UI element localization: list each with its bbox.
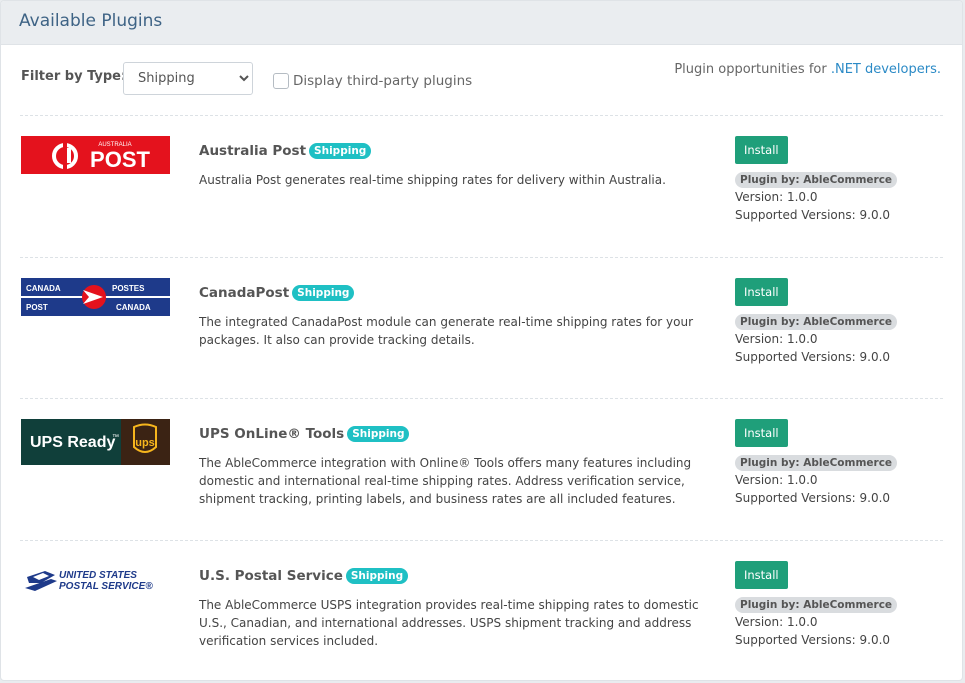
install-button[interactable]: Install <box>735 136 788 164</box>
plugin-actions: Install Plugin by: AbleCommerce Version:… <box>735 277 898 366</box>
ups-ready-logo: ups UPS Ready ™ <box>21 419 170 465</box>
author-badge: Plugin by: AbleCommerce <box>735 596 898 613</box>
plugin-row-ups: ups UPS Ready ™ UPS OnLine® Tools Shippin… <box>20 398 943 540</box>
canada-post-logo-br: CANADA <box>116 303 151 312</box>
opportunities-text: Plugin opportunities for <box>674 62 831 77</box>
developer-opportunities: Plugin opportunities for .NET developers… <box>674 62 941 77</box>
third-party-label: Display third-party plugins <box>293 73 473 89</box>
third-party-checkbox[interactable] <box>273 73 289 89</box>
australia-post-logo: AUSTRALIA POST <box>21 136 170 174</box>
plugin-name: U.S. Postal Service <box>199 567 343 584</box>
supported-versions: Supported Versions: 9.0.0 <box>735 349 891 364</box>
plugin-actions: Install Plugin by: AbleCommerce Version:… <box>735 560 898 649</box>
plugin-version: Version: 1.0.0 <box>735 473 818 487</box>
plugin-name: CanadaPost <box>199 284 290 301</box>
type-badge: Shipping <box>309 143 372 159</box>
usps-logo: UNITED STATES POSTAL SERVICE® <box>25 570 153 592</box>
ups-ready-trademark: ™ <box>112 434 119 441</box>
author-badge: Plugin by: AbleCommerce <box>735 172 898 188</box>
plugin-description: The AbleCommerce integration with Online… <box>199 456 692 506</box>
ups-shield-text: ups <box>135 437 155 449</box>
plugin-version: Version: 1.0.0 <box>735 331 818 346</box>
author-badge: Plugin by: AbleCommerce <box>735 455 898 471</box>
install-button[interactable]: Install <box>735 419 788 447</box>
page-title: Available Plugins <box>19 11 163 31</box>
install-button[interactable]: Install <box>735 277 788 306</box>
plugin-actions: Install Plugin by: AbleCommerce Version:… <box>735 419 898 507</box>
plugin-description: The AbleCommerce USPS integration provid… <box>199 597 699 648</box>
plugin-description: Australia Post generates real-time shipp… <box>199 173 666 187</box>
usps-logo-line1: UNITED STATES <box>59 570 137 581</box>
supported-versions: Supported Versions: 9.0.0 <box>735 208 891 222</box>
australia-post-logo-text: POST <box>90 147 150 172</box>
filter-bar: Filter by Type: Shipping Display third-p… <box>1 45 962 115</box>
plugin-row-canadapost: CANADA POSTES POST CANADA CanadaPost Ship… <box>20 256 943 399</box>
plugin-name: UPS OnLine® Tools <box>199 426 345 442</box>
type-filter-select[interactable]: Shipping <box>123 62 253 95</box>
type-badge: Shipping <box>345 567 409 584</box>
usps-logo-line2: POSTAL SERVICE® <box>59 581 153 592</box>
plugin-list: AUSTRALIA POST Australia Post Shipping Au… <box>20 115 943 681</box>
supported-versions: Supported Versions: 9.0.0 <box>735 632 891 647</box>
canada-post-logo-tr: POSTES <box>112 284 145 293</box>
plugin-description: The integrated CanadaPost module can gen… <box>199 314 694 347</box>
plugin-version: Version: 1.0.0 <box>735 614 818 629</box>
plugin-row-usps: UNITED STATES POSTAL SERVICE® U.S. Posta… <box>20 539 943 681</box>
type-badge: Shipping <box>347 426 410 442</box>
install-button[interactable]: Install <box>735 560 788 589</box>
plugin-name: Australia Post <box>199 143 307 159</box>
available-plugins-panel: Available Plugins Filter by Type: Shippi… <box>0 0 963 681</box>
ups-ready-logo-text: UPS Ready <box>30 434 115 451</box>
type-badge: Shipping <box>292 284 355 301</box>
plugin-actions: Install Plugin by: AbleCommerce Version:… <box>735 136 898 224</box>
plugin-info: UPS OnLine® Tools Shipping The AbleCommer… <box>199 423 709 508</box>
canada-post-logo-bl: POST <box>26 303 48 312</box>
plugin-info: Australia Post Shipping Australia Post ge… <box>199 140 709 189</box>
plugin-version: Version: 1.0.0 <box>735 190 818 204</box>
canada-post-logo: CANADA POSTES POST CANADA <box>21 277 170 316</box>
plugin-info: U.S. Postal Service Shipping The AbleComm… <box>199 565 709 650</box>
supported-versions: Supported Versions: 9.0.0 <box>735 491 891 505</box>
net-developers-link[interactable]: .NET developers. <box>831 62 941 77</box>
panel-header: Available Plugins <box>1 1 962 45</box>
author-badge: Plugin by: AbleCommerce <box>735 313 898 330</box>
third-party-toggle[interactable]: Display third-party plugins <box>273 73 472 89</box>
canada-post-logo-tl: CANADA <box>26 284 61 293</box>
plugin-info: CanadaPost Shipping The integrated Canada… <box>199 282 709 349</box>
filter-label: Filter by Type: <box>21 69 127 84</box>
plugin-row-australia-post: AUSTRALIA POST Australia Post Shipping Au… <box>20 115 943 257</box>
